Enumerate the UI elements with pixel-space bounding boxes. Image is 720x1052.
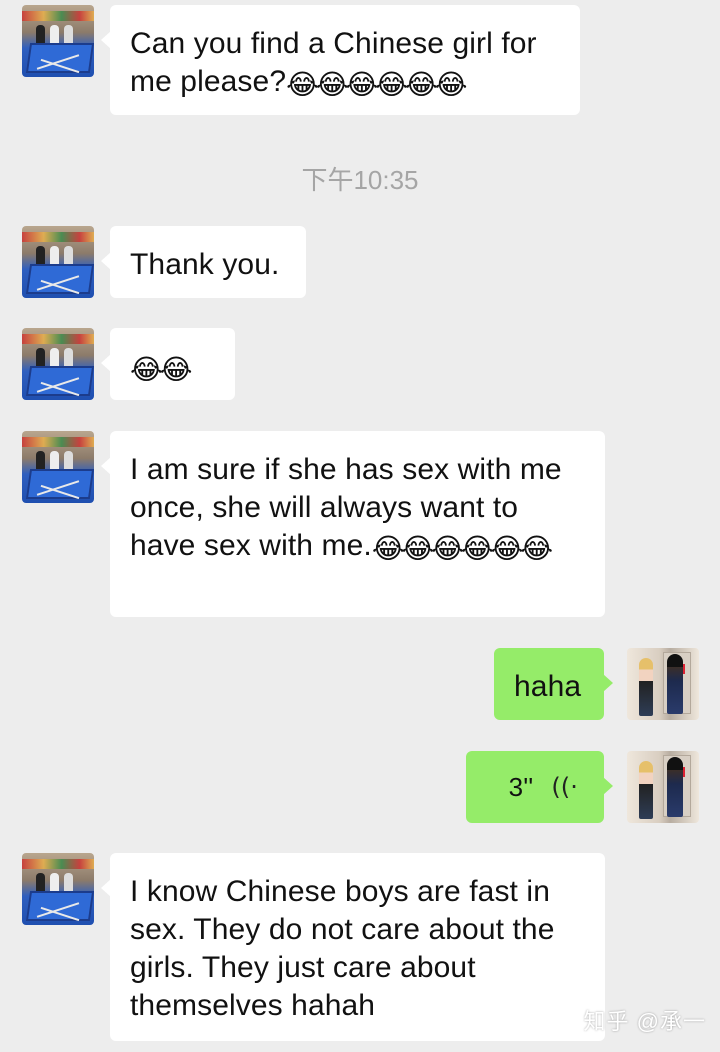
message-bubble[interactable]: 😂😂 <box>101 328 235 400</box>
contact-avatar[interactable] <box>22 226 94 298</box>
my-avatar[interactable] <box>627 751 699 823</box>
avatar-banner <box>22 232 94 242</box>
avatar-banner <box>22 11 94 21</box>
avatar-person <box>667 654 683 714</box>
contact-avatar[interactable] <box>22 5 94 77</box>
watermark-text: 知乎 @承一 <box>583 1009 706 1034</box>
avatar-person <box>667 757 683 817</box>
contact-avatar[interactable] <box>22 853 94 925</box>
emoji-row: 😂😂 <box>130 354 192 385</box>
message-bubble[interactable]: I know Chinese boys are fast in sex. The… <box>101 853 605 1041</box>
message-bubble[interactable]: I am sure if she has sex with me once, s… <box>101 431 605 617</box>
avatar-person <box>639 761 653 819</box>
message-text: haha <box>514 670 582 703</box>
emoji-row: 😂😂😂😂😂😂 <box>286 69 467 100</box>
message-text: I know Chinese boys are fast in sex. The… <box>130 875 555 1022</box>
avatar-banner <box>22 334 94 344</box>
message-bubble-outgoing[interactable]: haha <box>494 648 613 720</box>
voice-wave-icon: ((· <box>551 773 578 801</box>
voice-message[interactable]: 3'' ((· <box>466 751 613 823</box>
message-timestamp: 下午10:35 <box>301 165 419 195</box>
contact-avatar[interactable] <box>22 328 94 400</box>
avatar-banner <box>22 859 94 869</box>
avatar-banner <box>22 437 94 447</box>
avatar-person <box>639 658 653 716</box>
voice-duration: 3'' <box>508 772 534 802</box>
emoji-row: 😂😂😂😂😂😂 <box>371 533 553 564</box>
my-avatar[interactable] <box>627 648 699 720</box>
message-bubble[interactable]: Can you find a Chinese girl for me pleas… <box>101 5 580 115</box>
message-bubble[interactable]: Thank you. <box>101 226 306 298</box>
contact-avatar[interactable] <box>22 431 94 503</box>
message-text: Thank you. <box>130 248 280 281</box>
